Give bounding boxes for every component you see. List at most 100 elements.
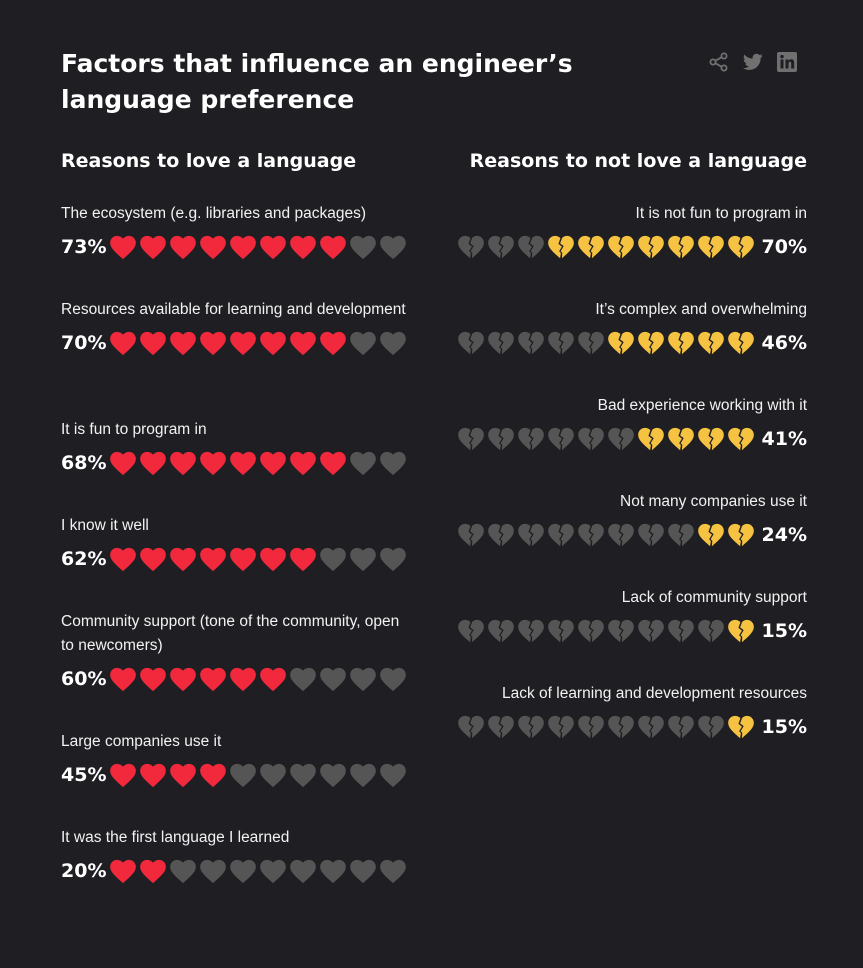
broken-heart-icon xyxy=(695,424,725,454)
not-love-column-heading: Reasons to not love a language xyxy=(469,150,807,172)
love-reason-label: I know it well xyxy=(61,517,149,534)
heart-icon-inactive xyxy=(349,544,379,574)
heart-icon xyxy=(109,328,139,358)
heart-icon xyxy=(289,448,319,478)
not-love-reason-icon-row xyxy=(455,520,755,550)
broken-heart-icon xyxy=(665,328,695,358)
not-love-reason-percent: 15% xyxy=(761,620,807,642)
heart-icon xyxy=(259,232,289,262)
love-reason-icon-row xyxy=(109,664,409,694)
not-love-reason-item: It is not fun to program in 70% xyxy=(427,202,807,262)
broken-heart-icon xyxy=(725,424,755,454)
broken-heart-icon-inactive xyxy=(695,616,725,646)
not-love-reason-percent: 24% xyxy=(761,524,807,546)
not-love-reason-value-row: 41% xyxy=(427,424,807,454)
broken-heart-icon xyxy=(725,712,755,742)
broken-heart-icon-inactive xyxy=(455,520,485,550)
heart-icon-inactive xyxy=(379,232,409,262)
chart-title: Factors that influence an engineer’s lan… xyxy=(61,49,573,114)
broken-heart-icon xyxy=(635,328,665,358)
not-love-reason-percent: 70% xyxy=(761,236,807,258)
broken-heart-icon xyxy=(635,232,665,262)
heart-icon-inactive xyxy=(319,760,349,790)
not-love-reason-value-row: 70% xyxy=(427,232,807,262)
broken-heart-icon-inactive xyxy=(665,712,695,742)
not-love-reason-value-row: 15% xyxy=(427,616,807,646)
broken-heart-icon-inactive xyxy=(545,328,575,358)
twitter-icon[interactable] xyxy=(742,51,764,73)
heart-icon xyxy=(199,544,229,574)
broken-heart-icon-inactive xyxy=(545,712,575,742)
love-reason-item: Resources available for learning and dev… xyxy=(61,298,411,358)
broken-heart-icon-inactive xyxy=(605,712,635,742)
broken-heart-icon-inactive xyxy=(575,712,605,742)
share-icon[interactable] xyxy=(708,51,730,73)
heart-icon-inactive xyxy=(169,856,199,886)
not-love-reason-value-row: 46% xyxy=(427,328,807,358)
not-love-reason-icon-row xyxy=(455,328,755,358)
not-love-reason-value-row: 24% xyxy=(427,520,807,550)
broken-heart-icon-inactive xyxy=(455,232,485,262)
love-reason-item: Large companies use it 45% xyxy=(61,730,411,790)
broken-heart-icon xyxy=(545,232,575,262)
heart-icon-inactive xyxy=(349,448,379,478)
broken-heart-icon-inactive xyxy=(515,424,545,454)
heart-icon xyxy=(229,544,259,574)
broken-heart-icon xyxy=(725,328,755,358)
broken-heart-icon-inactive xyxy=(485,328,515,358)
not-love-reason-item: Lack of learning and development resourc… xyxy=(427,682,807,742)
not-love-reason-item: Lack of community support 15% xyxy=(427,586,807,646)
not-love-reason-icon-row xyxy=(455,424,755,454)
heart-icon-inactive xyxy=(349,328,379,358)
love-reason-icon-row xyxy=(109,232,409,262)
heart-icon xyxy=(259,544,289,574)
heart-icon-inactive xyxy=(379,664,409,694)
heart-icon-inactive xyxy=(259,760,289,790)
not-love-reason-label: It’s complex and overwhelming xyxy=(595,301,807,318)
love-reason-value-row: 20% xyxy=(61,856,411,886)
not-love-reason-label: Lack of learning and development resourc… xyxy=(501,685,807,702)
heart-icon xyxy=(289,328,319,358)
love-reason-icon-row xyxy=(109,760,409,790)
love-reason-icon-row xyxy=(109,328,409,358)
not-love-reason-item: It’s complex and overwhelming 46% xyxy=(427,298,807,358)
linkedin-icon[interactable] xyxy=(776,51,798,73)
love-reason-icon-row xyxy=(109,448,409,478)
heart-icon xyxy=(169,664,199,694)
share-bar xyxy=(708,51,798,73)
broken-heart-icon-inactive xyxy=(515,328,545,358)
love-reason-value-row: 73% xyxy=(61,232,411,262)
heart-icon-inactive xyxy=(229,760,259,790)
love-reason-percent: 20% xyxy=(61,860,107,882)
heart-icon xyxy=(199,448,229,478)
broken-heart-icon-inactive xyxy=(635,616,665,646)
broken-heart-icon xyxy=(695,520,725,550)
not-love-reason-label: Lack of community support xyxy=(621,589,807,606)
love-reason-percent: 70% xyxy=(61,332,107,354)
broken-heart-icon-inactive xyxy=(635,520,665,550)
heart-icon xyxy=(229,448,259,478)
heart-icon xyxy=(139,856,169,886)
heart-icon xyxy=(229,232,259,262)
broken-heart-icon xyxy=(635,424,665,454)
broken-heart-icon xyxy=(575,232,605,262)
heart-icon xyxy=(109,232,139,262)
love-reason-item: It was the first language I learned 20% xyxy=(61,826,411,886)
love-reason-icon-row xyxy=(109,856,409,886)
not-love-reason-icon-row xyxy=(455,616,755,646)
broken-heart-icon-inactive xyxy=(665,520,695,550)
broken-heart-icon-inactive xyxy=(515,712,545,742)
love-reason-percent: 73% xyxy=(61,236,107,258)
broken-heart-icon-inactive xyxy=(545,520,575,550)
not-love-reason-icon-row xyxy=(455,232,755,262)
not-love-reason-percent: 46% xyxy=(761,332,807,354)
love-reason-percent: 62% xyxy=(61,548,107,570)
heart-icon-inactive xyxy=(379,760,409,790)
broken-heart-icon-inactive xyxy=(515,520,545,550)
not-love-reason-item: Not many companies use it 24% xyxy=(427,490,807,550)
not-love-reason-percent: 15% xyxy=(761,716,807,738)
love-reason-percent: 68% xyxy=(61,452,107,474)
heart-icon xyxy=(109,664,139,694)
heart-icon xyxy=(169,544,199,574)
love-reason-item: I know it well 62% xyxy=(61,514,411,574)
